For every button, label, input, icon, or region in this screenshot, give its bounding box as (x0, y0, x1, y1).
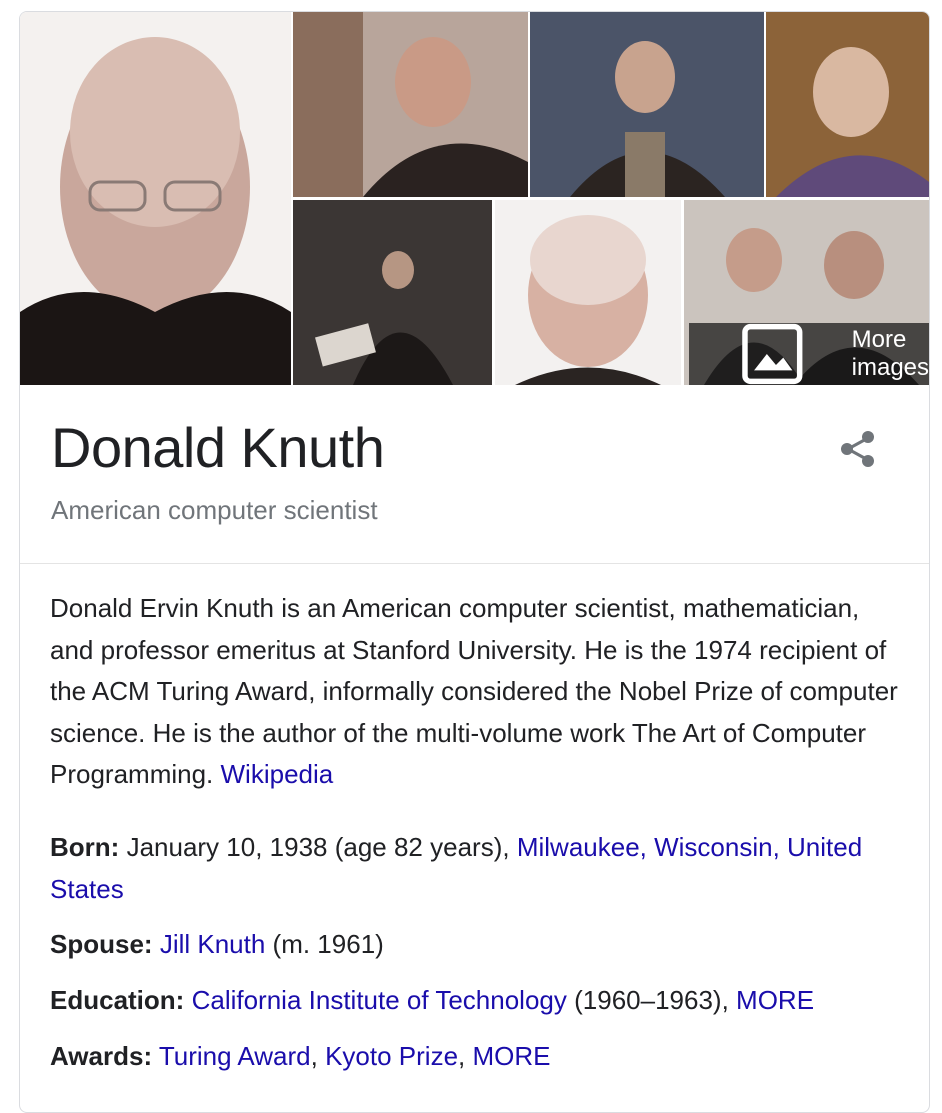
more-images-label: More images (851, 326, 929, 381)
image-thumbnail-4[interactable] (766, 12, 929, 197)
image-thumbnail-1[interactable] (20, 12, 291, 385)
image-icon (742, 323, 803, 385)
turing-award-link[interactable]: Turing Award (159, 1041, 311, 1071)
separator: , (310, 1041, 318, 1071)
image-thumbnail-2[interactable] (293, 12, 528, 197)
image-thumbnail-5[interactable] (293, 200, 492, 385)
education-more-link[interactable]: MORE (736, 985, 814, 1015)
spouse-link[interactable]: Jill Knuth (160, 929, 266, 959)
image-gallery: More images (20, 12, 929, 385)
fact-awards: Awards: Turing Award, Kyoto Prize, MORE (50, 1036, 900, 1078)
fact-spouse: Spouse: Jill Knuth (m. 1961) (50, 924, 900, 966)
page-title: Donald Knuth (51, 416, 385, 479)
subtitle: American computer scientist (51, 495, 378, 525)
wikipedia-link[interactable]: Wikipedia (221, 759, 334, 789)
description: Donald Ervin Knuth is an American comput… (50, 588, 900, 796)
description-text: Donald Ervin Knuth is an American comput… (50, 593, 898, 789)
image-thumbnail-6[interactable] (495, 200, 681, 385)
image-thumbnail-3[interactable] (530, 12, 764, 197)
share-button[interactable] (835, 425, 883, 473)
education-link[interactable]: California Institute of Technology (192, 985, 567, 1015)
fact-label: Awards: (50, 1041, 153, 1071)
image-thumbnail-7[interactable]: More images (684, 200, 929, 385)
fact-label: Spouse: (50, 929, 153, 959)
title-block: Donald Knuth American computer scientist (20, 385, 929, 564)
fact-label: Born: (50, 832, 120, 862)
fact-label: Education: (50, 985, 185, 1015)
separator: , (458, 1041, 466, 1071)
awards-more-link[interactable]: MORE (473, 1041, 551, 1071)
fact-education: Education: California Institute of Techn… (50, 980, 900, 1022)
fact-value: January 10, 1938 (age 82 years), (126, 832, 510, 862)
fact-value: (m. 1961) (272, 929, 384, 959)
share-icon (841, 431, 874, 467)
kyoto-prize-link[interactable]: Kyoto Prize (325, 1041, 458, 1071)
fact-value: (1960–1963), (574, 985, 729, 1015)
more-images-button[interactable]: More images (689, 323, 929, 385)
fact-born: Born: January 10, 1938 (age 82 years), M… (50, 827, 900, 910)
